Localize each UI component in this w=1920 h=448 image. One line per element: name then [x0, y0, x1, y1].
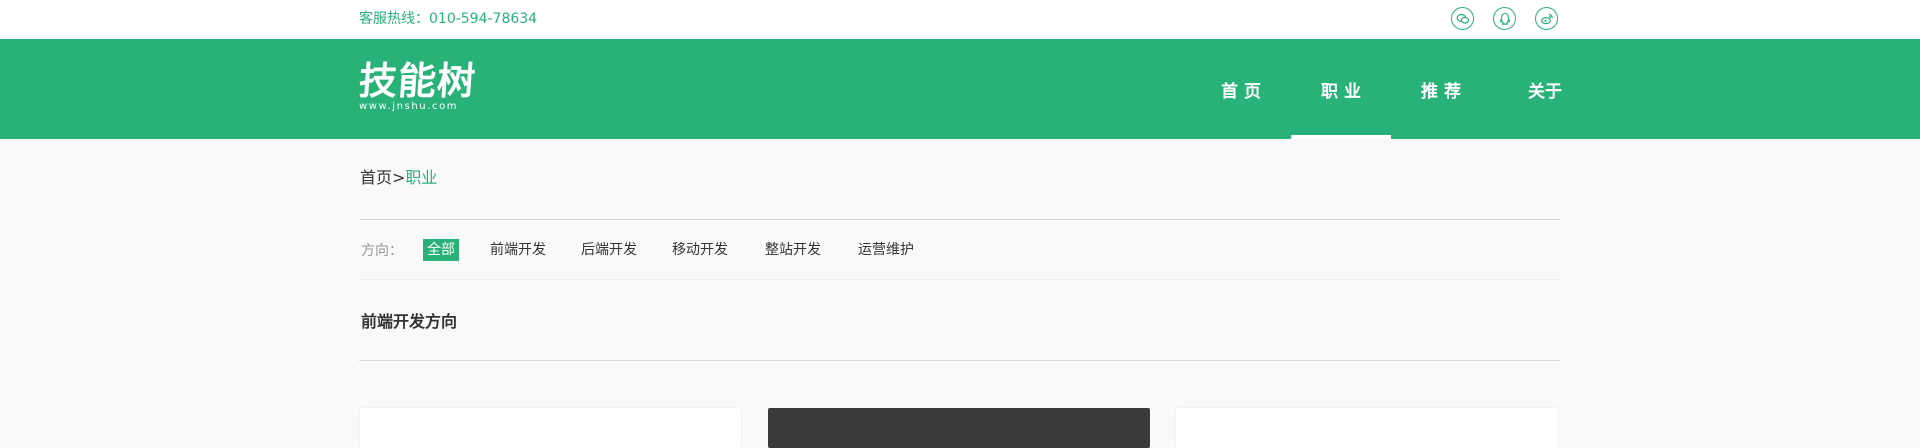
filter-ops[interactable]: 运营维护 [858, 239, 914, 261]
filter-frontend[interactable]: 前端开发 [490, 239, 546, 261]
nav-recommend-label: 推 荐 [1421, 81, 1461, 102]
nav-recommend[interactable]: 推 荐 [1391, 39, 1491, 139]
divider [359, 279, 1560, 280]
nav-career[interactable]: 职 业 [1291, 39, 1391, 139]
nav-home-label: 首 页 [1221, 81, 1261, 102]
weibo-icon[interactable] [1535, 7, 1558, 30]
breadcrumb-separator: > [392, 168, 406, 187]
filter-all[interactable]: 全部 [423, 239, 459, 261]
divider [359, 219, 1560, 220]
filter-fullsite[interactable]: 整站开发 [765, 239, 821, 261]
nav-home[interactable]: 首 页 [1191, 39, 1291, 139]
nav-active-indicator [1291, 135, 1391, 139]
site-logo[interactable]: 技能树 www.jnshu.com [357, 59, 478, 113]
nav-career-label: 职 业 [1321, 81, 1361, 102]
career-card[interactable] [360, 408, 741, 448]
logo-text: 技能树 [357, 59, 478, 103]
wechat-icon[interactable] [1451, 7, 1474, 30]
career-card[interactable] [1176, 408, 1558, 448]
qq-icon[interactable] [1493, 7, 1516, 30]
filter-backend[interactable]: 后端开发 [581, 239, 637, 261]
filter-mobile[interactable]: 移动开发 [672, 239, 728, 261]
main-header: 技能树 www.jnshu.com 首 页 职 业 推 荐 关于 [0, 39, 1920, 139]
breadcrumb: 首页>职业 [360, 168, 437, 188]
career-card-hovered[interactable] [768, 408, 1150, 448]
section-title: 前端开发方向 [361, 312, 458, 331]
top-bar: 客服热线：010-594-78634 [0, 0, 1920, 39]
hotline-text: 客服热线：010-594-78634 [359, 11, 538, 27]
divider [359, 360, 1560, 361]
breadcrumb-current: 职业 [405, 168, 438, 187]
filter-label: 方向： [361, 243, 403, 259]
nav-about[interactable]: 关于 [1505, 39, 1585, 139]
breadcrumb-home[interactable]: 首页 [360, 168, 392, 187]
nav-about-label: 关于 [1528, 81, 1562, 102]
